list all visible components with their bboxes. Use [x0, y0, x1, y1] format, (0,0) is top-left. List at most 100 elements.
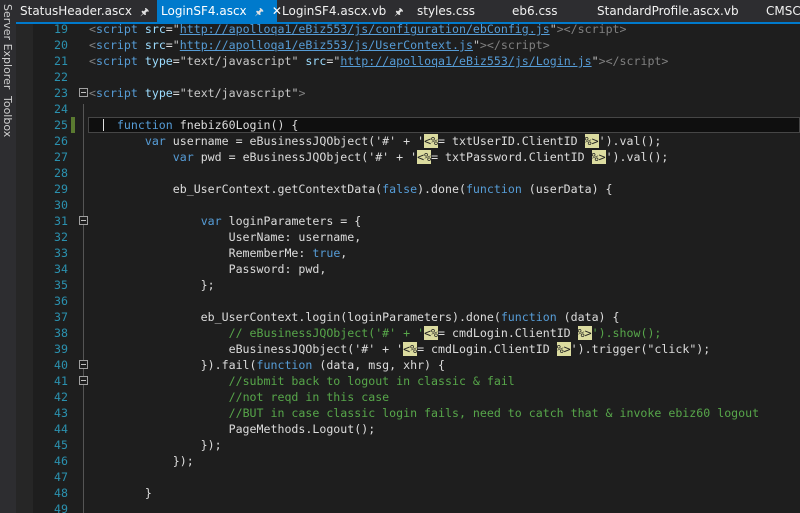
code-line[interactable]: 38 // eBusinessJQObject('#' + '<%= cmdLo…	[33, 325, 800, 341]
code-token: };	[89, 278, 215, 292]
code-line[interactable]: 36	[33, 293, 800, 309]
code-line[interactable]: 26 var username = eBusinessJQObject('#' …	[33, 133, 800, 149]
code-token: var	[144, 134, 166, 148]
tab-loginsf4-ascx-vb[interactable]: LoginSF4.ascx.vb 🖈	[278, 0, 407, 22]
code-line[interactable]: 21 <script type="text/javascript" src="ht…	[33, 53, 800, 69]
code-token: "	[591, 54, 599, 68]
code-line[interactable]: 34 Password: pwd,	[33, 261, 800, 277]
code-line[interactable]: 40 }).fail(function (data, msg, xhr) {	[33, 357, 800, 373]
toolbox-tab[interactable]: Toolbox	[1, 96, 14, 137]
code-token: %>	[584, 134, 599, 148]
tab-cmsc[interactable]: CMSC	[762, 0, 800, 22]
code-token: <%	[424, 134, 439, 148]
line-number: 45	[54, 438, 68, 452]
code-token: eBusinessJQObject('#' + '	[89, 342, 404, 356]
code-token: // eBusinessJQObject('#' + '	[228, 326, 425, 340]
code-token: src	[137, 24, 166, 36]
code-token: script	[95, 86, 138, 100]
line-number: 48	[54, 486, 68, 500]
code-line[interactable]: 46 });	[33, 453, 800, 469]
code-token: =	[172, 54, 180, 68]
code-line[interactable]: 45 });	[33, 437, 800, 453]
code-line[interactable]: 35 };	[33, 277, 800, 293]
line-number: 43	[54, 406, 68, 420]
code-token: http://apolloqa1/eBiz553/js/UserContext.…	[179, 38, 473, 52]
code-line[interactable]: 43 //BUT in case classic login fails, ne…	[33, 405, 800, 421]
code-line[interactable]: 20 <script src="http://apolloqa1/eBiz553/…	[33, 37, 800, 53]
code-line[interactable]: 27 var pwd = eBusinessJQObject('#' + '<%…	[33, 149, 800, 165]
code-text: <script type="text/javascript">	[89, 85, 305, 101]
code-line[interactable]: 23 <script type="text/javascript">	[33, 85, 800, 101]
tab-loginsf4-ascx[interactable]: LoginSF4.ascx 🖈 ✕	[157, 0, 282, 22]
server-explorer-tab[interactable]: Server Explorer	[1, 4, 14, 89]
code-token: "	[472, 38, 480, 52]
code-line[interactable]: 22	[33, 69, 800, 85]
pin-icon[interactable]: 🖈	[140, 7, 149, 18]
line-number: 26	[54, 134, 68, 148]
code-token: ></script>	[479, 38, 550, 52]
code-token: %>	[556, 342, 571, 356]
line-number: 38	[54, 326, 68, 340]
code-line[interactable]: 48 }	[33, 485, 800, 501]
tab-label: eb6.css	[512, 4, 558, 18]
code-line[interactable]: 32 UserName: username,	[33, 229, 800, 245]
code-line[interactable]: 30	[33, 197, 800, 213]
code-token: loginParameters = {	[221, 214, 362, 228]
code-line[interactable]: 33 RememberMe: true,	[33, 245, 800, 261]
code-line[interactable]: 19 <script src="http://apolloqa1/eBiz553/…	[33, 24, 800, 37]
collapse-icon[interactable]	[79, 88, 88, 97]
code-line[interactable]: 42 //not reqd in this case	[33, 389, 800, 405]
code-text: }	[89, 485, 152, 501]
code-token: "text/javascript"	[179, 86, 299, 100]
code-editor[interactable]: 19 <script src="http://apolloqa1/eBiz553/…	[33, 24, 800, 513]
collapse-icon[interactable]	[79, 360, 88, 369]
code-line[interactable]: 39 eBusinessJQObject('#' + '<%= cmdLogin…	[33, 341, 800, 357]
code-line[interactable]: 37 eb_UserContext.login(loginParameters)…	[33, 309, 800, 325]
code-token: function	[116, 118, 173, 132]
code-token: ,	[340, 246, 348, 260]
code-line[interactable]: 31 var loginParameters = {	[33, 213, 800, 229]
code-token: function	[256, 358, 313, 372]
code-line[interactable]: 47	[33, 469, 800, 485]
code-line[interactable]: 28	[33, 165, 800, 181]
code-token: type	[137, 54, 173, 68]
code-token: %>	[591, 150, 606, 164]
code-token: http://apolloqa1/eBiz553/js/configuratio…	[179, 24, 550, 36]
line-number: 33	[54, 246, 68, 260]
code-line[interactable]: 25 function fnebiz60Login() {	[33, 117, 800, 133]
tab-label: LoginSF4.ascx.vb	[282, 4, 387, 18]
code-token: });	[89, 438, 222, 452]
code-line[interactable]: 24	[33, 101, 800, 117]
line-number: 25	[54, 118, 68, 132]
tab-label: LoginSF4.ascx	[161, 4, 247, 18]
tab-standardprofile-ascx-vb[interactable]: StandardProfile.ascx.vb	[593, 0, 743, 22]
code-line[interactable]: 41 //submit back to logout in classic & …	[33, 373, 800, 389]
code-line[interactable]: 49	[33, 501, 800, 513]
code-token: (data, msg, xhr) {	[312, 358, 445, 372]
code-line[interactable]: 29 eb_UserContext.getContextData(false).…	[33, 181, 800, 197]
code-text: <script type="text/javascript" src="http…	[89, 53, 668, 69]
code-token: eb_UserContext.getContextData(	[89, 182, 383, 196]
collapse-icon[interactable]	[79, 216, 88, 225]
code-line[interactable]: 44 PageMethods.Logout();	[33, 421, 800, 437]
line-number: 35	[54, 278, 68, 292]
line-number: 34	[54, 262, 68, 276]
pin-icon[interactable]: 🖈	[394, 7, 403, 18]
code-token: true	[312, 246, 341, 260]
code-text: Password: pwd,	[89, 261, 327, 277]
code-token: http://apolloqa1/eBiz553/js/Login.js	[340, 54, 592, 68]
code-text: });	[89, 437, 222, 453]
collapse-icon[interactable]	[79, 376, 88, 385]
tab-statusheader-ascx[interactable]: StatusHeader.ascx 🖈	[16, 0, 153, 22]
line-number: 28	[54, 166, 68, 180]
tab-styles-css[interactable]: styles.css	[413, 0, 479, 22]
code-token: =	[165, 38, 173, 52]
code-token: function	[465, 182, 522, 196]
tab-label: CMSC	[766, 4, 800, 18]
code-token: <%	[403, 342, 418, 356]
pin-icon[interactable]: 🖈	[255, 7, 264, 18]
tab-eb6-css[interactable]: eb6.css	[508, 0, 562, 22]
